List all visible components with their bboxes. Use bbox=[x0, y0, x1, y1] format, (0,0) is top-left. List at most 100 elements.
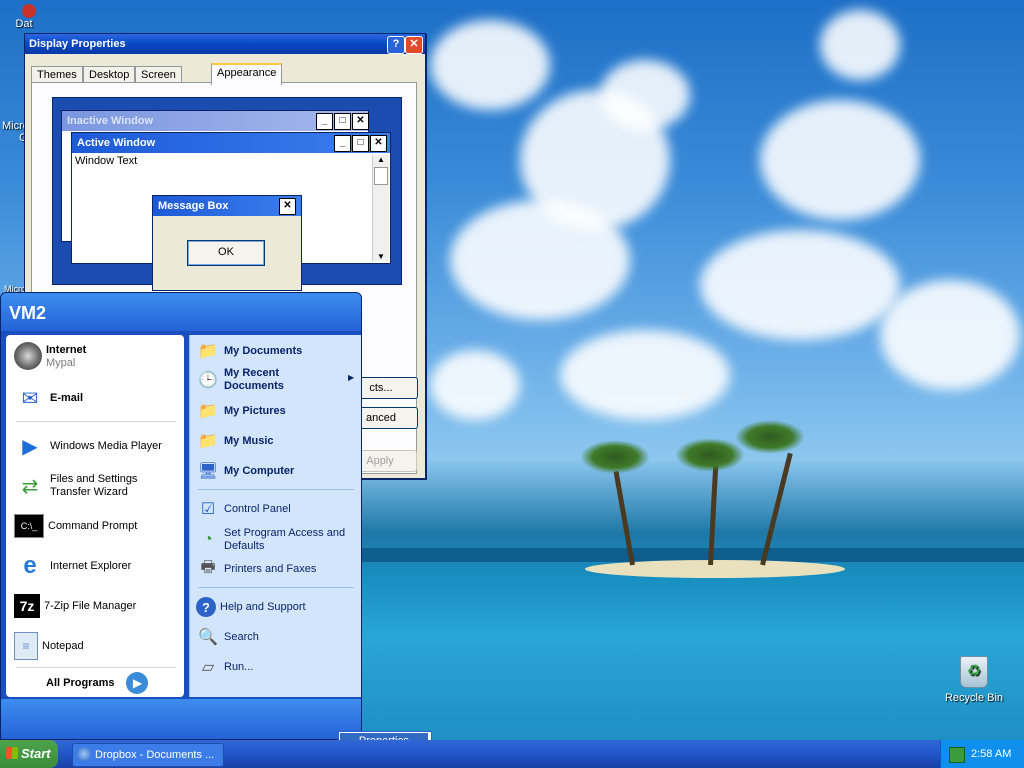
inactive-window-titlebar: Inactive Window _ □ ✕ bbox=[62, 111, 369, 131]
start-label: Start bbox=[21, 746, 51, 761]
place-my-recent-documents[interactable]: 🕒 My Recent Documents ▶ bbox=[190, 365, 360, 395]
cloud-decoration bbox=[450, 200, 630, 320]
minimize-icon: _ bbox=[334, 135, 351, 152]
ok-button[interactable]: OK bbox=[187, 240, 265, 266]
pinned-label: E-mail bbox=[50, 391, 84, 404]
internet-explorer-icon: e bbox=[23, 552, 37, 579]
cloud-decoration bbox=[430, 20, 550, 110]
place-label: My Music bbox=[224, 434, 274, 447]
browser-icon bbox=[77, 747, 91, 761]
arrow-right-icon: ▶ bbox=[126, 672, 149, 694]
help-icon: ? bbox=[196, 597, 216, 617]
cloud-decoration bbox=[880, 280, 1020, 390]
tab-desktop[interactable]: Desktop bbox=[83, 66, 136, 83]
cloud-decoration bbox=[560, 330, 730, 420]
taskbar-button-dropbox[interactable]: Dropbox - Documents ... bbox=[72, 743, 224, 767]
scroll-down-arrow-icon: ▼ bbox=[377, 252, 385, 261]
start-menu-footer bbox=[1, 699, 361, 739]
palm-leaves bbox=[735, 420, 805, 454]
tab-themes[interactable]: Themes bbox=[31, 66, 83, 83]
message-box-preview: Message Box ✕ OK bbox=[152, 195, 302, 291]
system-label: Control Panel bbox=[224, 502, 291, 515]
search[interactable]: 🔍 Search bbox=[190, 625, 360, 649]
close-button[interactable]: ✕ bbox=[405, 36, 423, 54]
raccoon-icon bbox=[14, 342, 42, 370]
system-printers-faxes[interactable]: 🖶 Printers and Faxes bbox=[190, 557, 360, 581]
system-tray: 2:58 AM bbox=[940, 740, 1024, 768]
transfer-wizard-icon: ⇄ bbox=[21, 475, 39, 498]
taskbar-button-label: Dropbox - Documents ... bbox=[95, 749, 215, 761]
scroll-up-arrow-icon: ▲ bbox=[377, 155, 385, 164]
system-control-panel[interactable]: ☑ Control Panel bbox=[190, 497, 360, 521]
maximize-icon: □ bbox=[334, 113, 351, 130]
user-name: VM2 bbox=[9, 303, 47, 323]
place-label: My Pictures bbox=[224, 404, 286, 417]
separator bbox=[16, 667, 176, 668]
music-folder-icon: 📁 bbox=[198, 433, 218, 450]
maximize-icon: □ bbox=[352, 135, 369, 152]
cloud-decoration bbox=[760, 100, 920, 220]
pinned-internet[interactable]: Internet Mypal bbox=[6, 339, 86, 373]
active-window-titlebar: Active Window _ □ ✕ bbox=[72, 133, 390, 153]
program-label: Internet Explorer bbox=[50, 559, 132, 572]
help-and-support[interactable]: ? Help and Support bbox=[190, 595, 360, 619]
program-transfer-wizard[interactable]: ⇄ Files and Settings Transfer Wizard bbox=[6, 469, 160, 503]
close-icon: ✕ bbox=[370, 135, 387, 152]
minimize-icon: _ bbox=[316, 113, 333, 130]
program-label: Windows Media Player bbox=[50, 439, 162, 452]
cloud-decoration bbox=[700, 230, 900, 340]
network-icon[interactable] bbox=[949, 747, 965, 763]
program-label: Notepad bbox=[42, 639, 84, 652]
program-internet-explorer[interactable]: e Internet Explorer bbox=[6, 549, 131, 583]
system-label: Printers and Faxes bbox=[224, 562, 317, 575]
program-7zip[interactable]: 7z 7-Zip File Manager bbox=[6, 589, 136, 623]
palm-leaves bbox=[675, 438, 745, 472]
run[interactable]: ▱ Run... bbox=[190, 655, 360, 679]
tab-appearance[interactable]: Appearance bbox=[211, 63, 283, 85]
computer-icon: 🖥 bbox=[197, 463, 219, 480]
control-panel-icon: ☑ bbox=[200, 501, 216, 518]
program-label: Command Prompt bbox=[48, 519, 138, 532]
place-my-documents[interactable]: 📁 My Documents bbox=[190, 339, 360, 363]
mail-icon: ✉ bbox=[21, 387, 39, 410]
program-label: Files and Settings Transfer Wizard bbox=[50, 473, 138, 498]
start-button[interactable]: Start bbox=[0, 740, 58, 768]
recycle-bin-label: Recycle Bin bbox=[944, 692, 1004, 704]
program-windows-media-player[interactable]: ▶ Windows Media Player bbox=[6, 429, 162, 463]
place-my-computer[interactable]: 🖥 My Computer bbox=[190, 459, 360, 483]
clock[interactable]: 2:58 AM bbox=[971, 740, 1011, 768]
inactive-window-title: Inactive Window bbox=[67, 115, 154, 127]
cloud-decoration bbox=[820, 10, 900, 80]
start-menu[interactable]: VM2 Internet Mypal ✉ E-mail ▶ Windows Me… bbox=[0, 292, 362, 740]
recent-documents-icon: 🕒 bbox=[198, 372, 218, 389]
preview-scrollbar: ▲ ▼ bbox=[372, 155, 389, 261]
place-label: My Documents bbox=[224, 344, 303, 357]
program-command-prompt[interactable]: C:\_ Command Prompt bbox=[6, 509, 137, 543]
pinned-email[interactable]: ✉ E-mail bbox=[6, 381, 83, 415]
system-program-access[interactable]: ◔ Set Program Access and Defaults bbox=[190, 525, 360, 555]
place-my-pictures[interactable]: 📁 My Pictures bbox=[190, 399, 360, 423]
help-label: Help and Support bbox=[220, 600, 306, 613]
recycle-bin-icon: ♻ bbox=[960, 656, 988, 688]
pinned-sublabel: Mypal bbox=[46, 356, 76, 369]
program-access-icon: ◔ bbox=[203, 531, 213, 548]
desktop-icon[interactable]: Dat bbox=[4, 4, 44, 30]
all-programs-label: All Programs bbox=[46, 676, 115, 689]
start-menu-header: VM2 bbox=[1, 293, 361, 331]
system-label: Set Program Access and Defaults bbox=[224, 527, 346, 552]
program-notepad[interactable]: ≡ Notepad bbox=[6, 629, 84, 663]
tab-screen-saver[interactable]: Screen Saver bbox=[135, 66, 182, 97]
help-label: Run... bbox=[224, 660, 254, 673]
command-prompt-icon: C:\_ bbox=[14, 514, 44, 538]
all-programs-button[interactable]: All Programs ▶ bbox=[46, 671, 176, 695]
windows-logo-icon bbox=[6, 747, 18, 759]
dialog-titlebar[interactable]: Display Properties ? ✕ bbox=[25, 34, 425, 54]
desktop-icon-label: Dat bbox=[15, 18, 33, 30]
shortcut-icon bbox=[22, 4, 36, 18]
taskbar: Start Dropbox - Documents ... 2:58 AM bbox=[0, 740, 1024, 768]
place-label: My Recent Documents bbox=[224, 367, 284, 392]
help-button[interactable]: ? bbox=[387, 36, 405, 54]
recycle-bin[interactable]: ♻ Recycle Bin bbox=[942, 656, 1006, 704]
place-my-music[interactable]: 📁 My Music bbox=[190, 429, 360, 453]
pinned-label: Internet bbox=[46, 343, 87, 356]
